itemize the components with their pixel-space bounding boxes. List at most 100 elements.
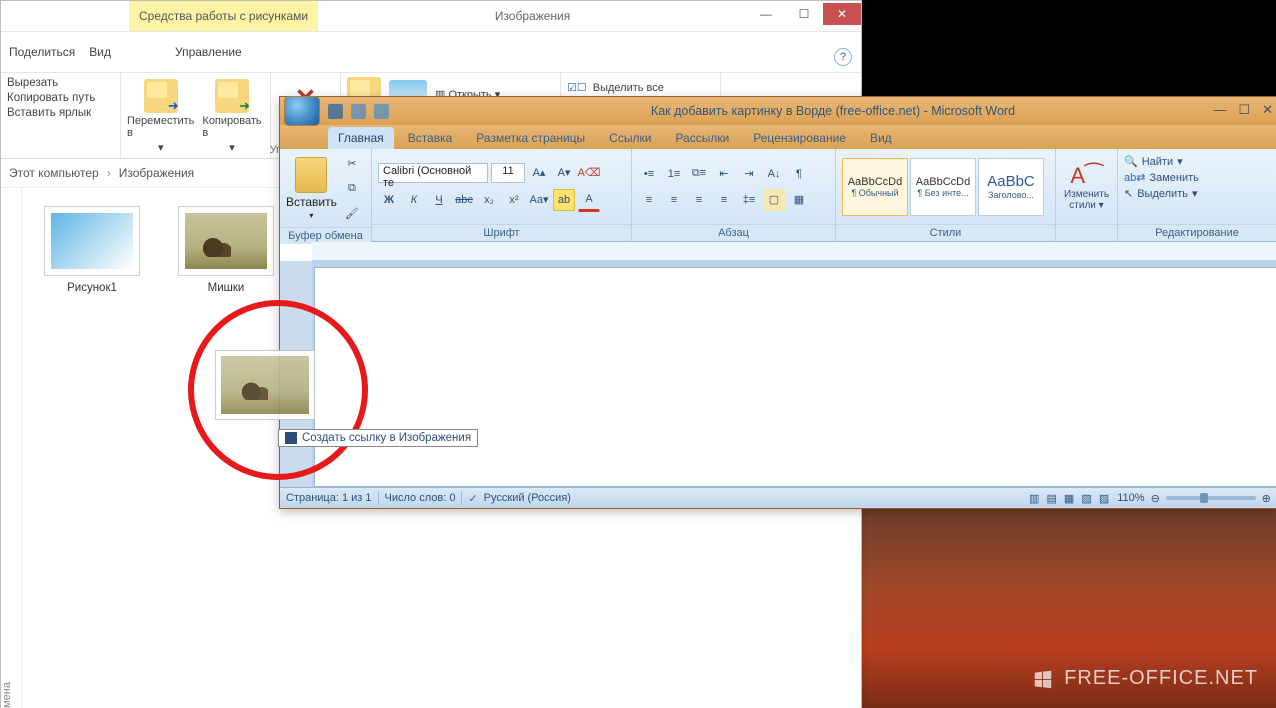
highlight-button[interactable]: ab — [553, 189, 575, 211]
cursor-icon: ↖ — [1124, 187, 1133, 200]
file-item[interactable]: Рисунок1 — [44, 206, 140, 294]
undo-icon[interactable] — [351, 104, 366, 119]
line-spacing-icon[interactable]: ‡≡ — [738, 189, 760, 211]
bold-button[interactable]: Ж — [378, 189, 400, 211]
align-center-icon[interactable]: ≡ — [663, 189, 685, 211]
close-button[interactable]: ✕ — [1262, 102, 1273, 118]
manage-tab[interactable]: Управление — [175, 45, 242, 59]
font-group: Calibri (Основной те 11 A▴ A▾ A⌫ Ж К Ч a… — [372, 149, 632, 241]
horizontal-ruler[interactable] — [312, 242, 1276, 261]
find-button[interactable]: 🔍Найти ▾ — [1124, 155, 1183, 168]
minimize-button[interactable]: — — [747, 3, 785, 25]
copy-icon[interactable]: ⧉ — [341, 177, 363, 199]
numbering-icon[interactable]: 1≡ — [663, 163, 685, 185]
file-label: Мишки — [208, 282, 245, 294]
word-title: Как добавить картинку в Ворде (free-offi… — [389, 104, 1276, 118]
file-item[interactable]: Мишки — [178, 206, 274, 294]
replace-button[interactable]: ab⇄Заменить — [1124, 171, 1199, 184]
paste-shortcut-button[interactable]: Вставить ярлык — [7, 107, 114, 119]
shortcut-icon — [285, 432, 297, 444]
minimize-button[interactable]: — — [1213, 102, 1226, 118]
zoom-out-button[interactable]: ⊖ — [1151, 492, 1160, 505]
tab-mailings[interactable]: Рассылки — [665, 127, 739, 149]
change-styles-button[interactable]: A⁀ Изменить стили ▾ — [1062, 163, 1111, 211]
sort-icon[interactable]: A↓ — [763, 163, 785, 185]
view-buttons[interactable]: ▥ ▤ ▦ ▧ ▨ — [1029, 492, 1111, 505]
redo-icon[interactable] — [374, 104, 389, 119]
select-button[interactable]: ↖Выделить ▾ — [1124, 187, 1198, 200]
document-area[interactable] — [280, 261, 1276, 487]
align-left-icon[interactable]: ≡ — [638, 189, 660, 211]
view-tab[interactable]: Вид — [89, 45, 111, 59]
select-all-button[interactable]: Выделить все — [593, 82, 664, 94]
save-icon[interactable] — [328, 104, 343, 119]
cut-button[interactable]: Вырезать — [7, 77, 114, 89]
clear-format-icon[interactable]: A⌫ — [578, 162, 600, 184]
show-marks-icon[interactable]: ¶ — [788, 163, 810, 185]
indent-inc-icon[interactable]: ⇥ — [738, 163, 760, 185]
zoom-slider[interactable] — [1166, 496, 1256, 500]
group-label: Стили — [836, 224, 1055, 241]
cut-icon[interactable]: ✂ — [341, 152, 363, 174]
language-indicator[interactable]: Русский (Россия) — [484, 492, 571, 504]
share-tab[interactable]: Поделиться — [9, 45, 75, 59]
shading-icon[interactable]: ▢ — [763, 189, 785, 211]
tab-home[interactable]: Главная — [328, 127, 394, 149]
quick-access-toolbar[interactable] — [328, 104, 389, 119]
strike-button[interactable]: abc — [453, 189, 475, 211]
image-thumbnail-icon — [185, 213, 267, 269]
maximize-button[interactable]: ☐ — [785, 3, 823, 25]
font-name-select[interactable]: Calibri (Основной те — [378, 163, 488, 183]
underline-button[interactable]: Ч — [428, 189, 450, 211]
tab-view[interactable]: Вид — [860, 127, 902, 149]
clipboard-group: Вырезать Копировать путь Вставить ярлык — [1, 73, 121, 158]
tab-review[interactable]: Рецензирование — [743, 127, 856, 149]
word-window[interactable]: Как добавить картинку в Ворде (free-offi… — [279, 96, 1276, 509]
subscript-button[interactable]: x₂ — [478, 189, 500, 211]
close-button[interactable]: ✕ — [823, 3, 861, 25]
tab-links[interactable]: Ссылки — [599, 127, 661, 149]
superscript-button[interactable]: x² — [503, 189, 525, 211]
indent-dec-icon[interactable]: ⇤ — [713, 163, 735, 185]
tab-insert[interactable]: Вставка — [398, 127, 463, 149]
font-size-select[interactable]: 11 — [491, 163, 525, 183]
grow-font-icon[interactable]: A▴ — [528, 162, 550, 184]
ribbon: Вставить▾ ✂ ⧉ 🖌 Буфер обмена Calibri (Ос… — [280, 149, 1276, 242]
font-color-button[interactable]: A — [578, 188, 600, 212]
italic-button[interactable]: К — [403, 189, 425, 211]
word-titlebar[interactable]: Как добавить картинку в Ворде (free-offi… — [280, 97, 1276, 125]
nav-pane[interactable]: мена — [1, 188, 22, 708]
format-painter-icon[interactable]: 🖌 — [341, 202, 363, 224]
maximize-button[interactable]: ☐ — [1238, 102, 1250, 118]
page-indicator[interactable]: Страница: 1 из 1 — [286, 492, 372, 504]
paste-button[interactable]: Вставить▾ — [286, 157, 337, 220]
ribbon-tabs: Главная Вставка Разметка страницы Ссылки… — [280, 125, 1276, 149]
copy-to-button[interactable]: ➜ Копировать в▾ — [202, 77, 261, 156]
copy-path-button[interactable]: Копировать путь — [7, 92, 114, 104]
multilevel-icon[interactable]: ⧉≡ — [688, 163, 710, 185]
style-heading1[interactable]: AaBbC Заголово... — [978, 158, 1044, 216]
watermark: FREE-OFFICE.NET — [1032, 667, 1258, 690]
help-icon[interactable]: ? — [834, 48, 852, 66]
move-to-button[interactable]: ➜ Переместить в▾ — [127, 77, 194, 156]
search-icon: 🔍 — [1124, 155, 1138, 168]
style-normal[interactable]: AaBbCcDd ¶ Обычный — [842, 158, 908, 216]
justify-icon[interactable]: ≡ — [713, 189, 735, 211]
explorer-title: Изображения — [318, 1, 747, 31]
picture-tools-tab[interactable]: Средства работы с рисунками — [129, 1, 318, 31]
office-button[interactable] — [280, 97, 324, 125]
align-right-icon[interactable]: ≡ — [688, 189, 710, 211]
zoom-in-button[interactable]: ⊕ — [1262, 492, 1271, 505]
file-label: Рисунок1 — [67, 282, 117, 294]
borders-icon[interactable]: ▦ — [788, 189, 810, 211]
clipboard-icon — [295, 157, 327, 193]
zoom-level[interactable]: 110% — [1117, 492, 1144, 504]
change-case-button[interactable]: Aa▾ — [528, 189, 550, 211]
tab-layout[interactable]: Разметка страницы — [466, 127, 595, 149]
shrink-font-icon[interactable]: A▾ — [553, 162, 575, 184]
style-no-spacing[interactable]: AaBbCcDd ¶ Без инте... — [910, 158, 976, 216]
document-page[interactable] — [314, 267, 1276, 487]
word-count[interactable]: Число слов: 0 — [385, 492, 456, 504]
bullets-icon[interactable]: •≡ — [638, 163, 660, 185]
spellcheck-icon[interactable]: ✓ — [468, 492, 477, 505]
